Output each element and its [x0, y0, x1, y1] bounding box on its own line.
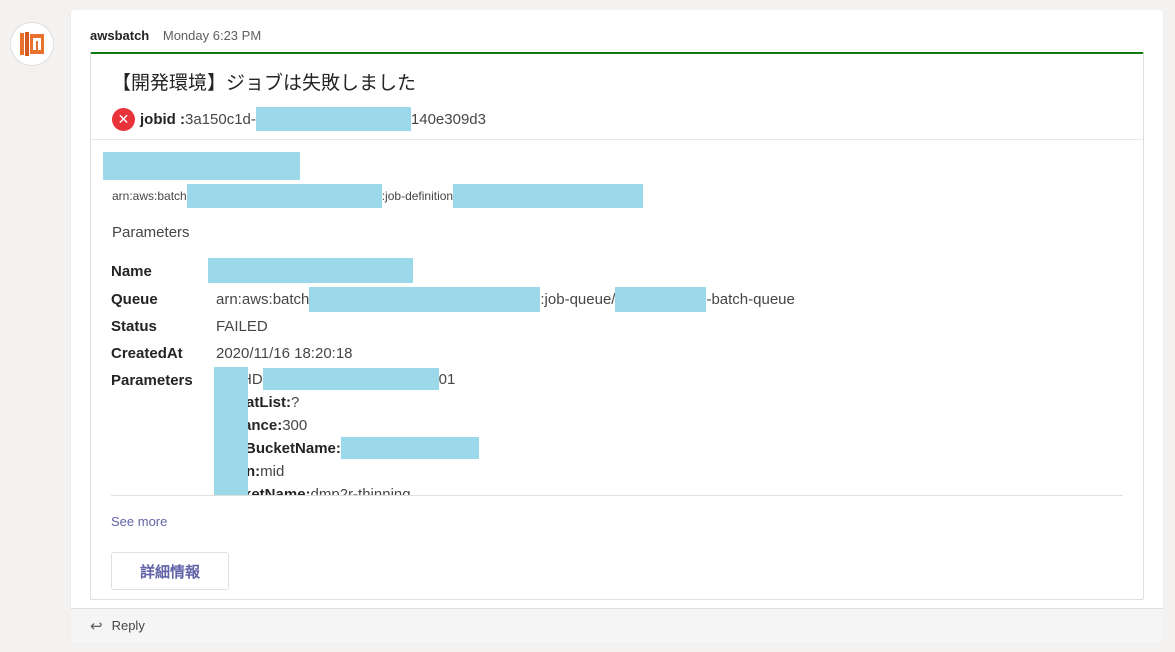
queue-mid: :job-queue/ [540, 290, 616, 308]
redacted-block [309, 286, 541, 312]
param-key: n: [246, 462, 261, 480]
param-line: : HD 01 [236, 367, 455, 391]
message-timestamp: Monday 6:23 PM [162, 28, 262, 43]
aws-batch-icon [20, 32, 44, 56]
fact-key: Parameters [111, 371, 193, 389]
fact-key: Name [111, 262, 152, 280]
reply-label: Reply [111, 618, 145, 633]
arn-job-definition: :job-definition [381, 189, 454, 203]
job-definition-arn: arn:aws:batch :job-definition [112, 184, 644, 208]
redacted-block [208, 258, 413, 283]
parameters-heading: Parameters [112, 224, 190, 241]
jobid-prefix: 3a150c1d- [185, 110, 256, 128]
reply-icon: ↩ [90, 617, 103, 635]
param-value: ? [291, 393, 300, 411]
card-title: 【開発環境】ジョブは失敗しました [112, 73, 417, 94]
redacted-block [453, 184, 644, 208]
error-icon: ✕ [112, 107, 135, 131]
redacted-block [103, 152, 300, 180]
param-value: 300 [282, 416, 308, 434]
redacted-block [262, 368, 439, 390]
redacted-block [186, 184, 382, 208]
message-header: awsbatch Monday 6:23 PM [90, 28, 261, 43]
status-value: FAILED [216, 317, 268, 335]
bot-avatar[interactable] [10, 22, 54, 66]
fact-key: Queue [111, 290, 158, 308]
sender-name[interactable]: awsbatch [90, 28, 149, 43]
param-line: n: mid [246, 459, 284, 483]
fact-queue: Queue arn:aws:batch :job-queue/ -batch-q… [111, 286, 871, 312]
adaptive-card: 【開発環境】ジョブは失敗しました ✕ jobid : 3a150c1d- 140… [90, 52, 1144, 600]
created-at-value: 2020/11/16 18:20:18 [216, 344, 353, 362]
param-line: ketName: dmp2r-thinning [243, 482, 411, 496]
jobid-label: jobid : [140, 110, 185, 128]
param-key: atList: [246, 393, 291, 411]
fact-value: arn:aws:batch :job-queue/ -batch-queue [216, 286, 795, 312]
param-key: ance: [243, 416, 283, 434]
param-value-suffix: 01 [438, 370, 456, 388]
redacted-block [214, 367, 248, 495]
redacted-block [255, 107, 411, 131]
fact-status: Status FAILED [111, 313, 411, 339]
see-more-link[interactable]: See more [111, 514, 167, 529]
param-key: ketName: [243, 485, 311, 496]
redacted-block [615, 286, 707, 312]
jobid-suffix: 140e309d3 [410, 110, 486, 128]
param-value: mid [260, 462, 285, 480]
jobid-row: ✕ jobid : 3a150c1d- 140e309d3 [112, 107, 486, 131]
queue-prefix: arn:aws:batch [216, 290, 310, 308]
message-container: awsbatch Monday 6:23 PM 【開発環境】ジョブは失敗しました… [71, 10, 1163, 608]
redacted-block [340, 437, 479, 459]
param-value: dmp2r-thinning [310, 485, 411, 496]
fact-key: CreatedAt [111, 344, 183, 362]
param-line: ance: 300 [243, 413, 307, 437]
jobid-value: 3a150c1d- 140e309d3 [185, 107, 486, 131]
arn-prefix: arn:aws:batch [112, 189, 187, 203]
queue-suffix: -batch-queue [706, 290, 795, 308]
param-line: BucketName: [245, 436, 479, 460]
card-header: 【開発環境】ジョブは失敗しました ✕ jobid : 3a150c1d- 140… [91, 54, 1143, 140]
divider [111, 495, 1123, 496]
reply-button[interactable]: ↩ Reply [71, 608, 1163, 642]
card-body: arn:aws:batch :job-definition Parameters… [91, 140, 1143, 495]
fact-created-at: CreatedAt 2020/11/16 18:20:18 [111, 340, 411, 366]
fact-key: Status [111, 317, 157, 335]
param-key: BucketName: [245, 439, 341, 457]
detail-info-button[interactable]: 詳細情報 [111, 552, 229, 590]
fact-parameters: Parameters [111, 367, 231, 393]
param-line: atList: ? [246, 390, 299, 414]
